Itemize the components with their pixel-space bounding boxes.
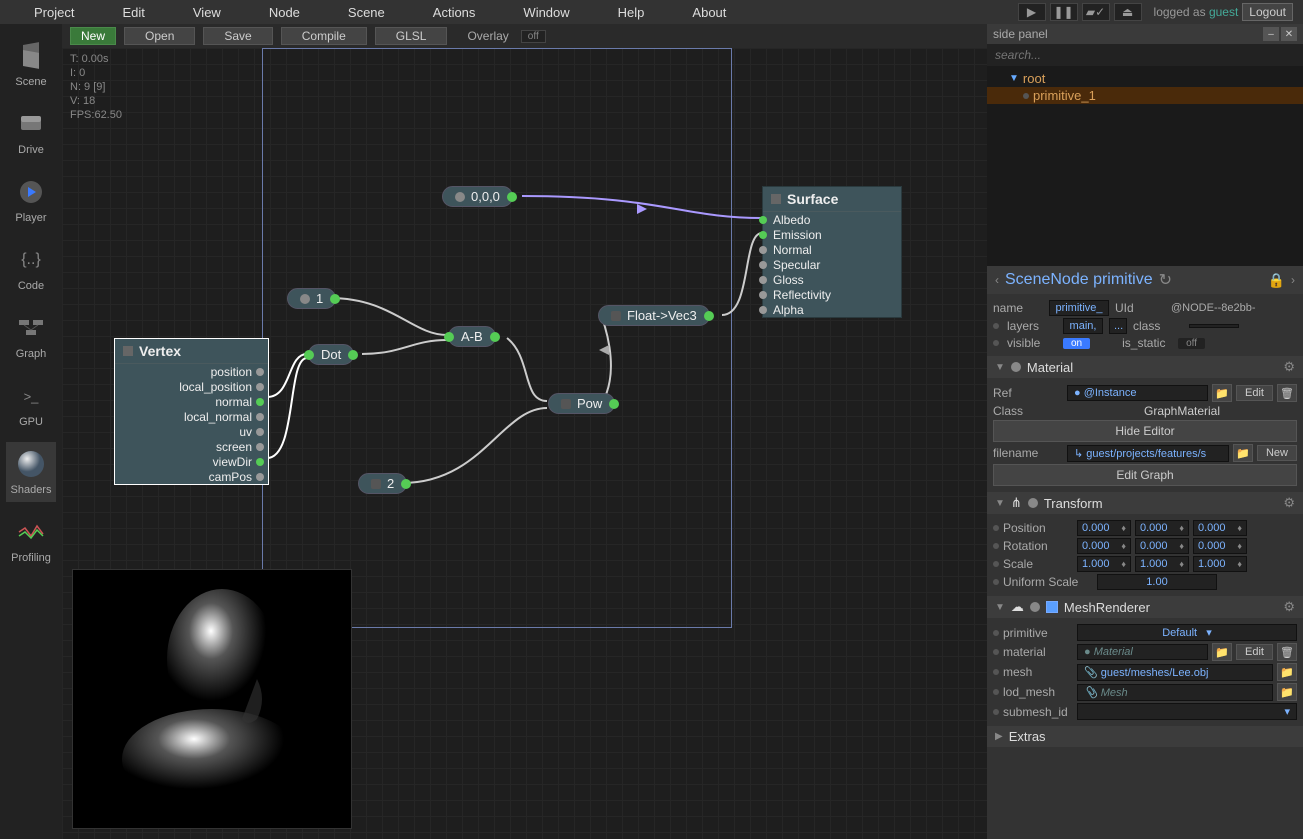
rot-x[interactable]: 0.000♦ bbox=[1077, 538, 1131, 554]
pos-y[interactable]: 0.000♦ bbox=[1135, 520, 1189, 536]
gear-icon[interactable]: ⚙ bbox=[1283, 599, 1295, 615]
pos-x[interactable]: 0.000♦ bbox=[1077, 520, 1131, 536]
menu-help[interactable]: Help bbox=[594, 5, 669, 20]
stats-overlay: T: 0.00s I: 0 N: 9 [9] V: 18 FPS:62.50 bbox=[70, 52, 122, 122]
layers-more[interactable]: ... bbox=[1109, 318, 1127, 334]
visible-toggle[interactable]: on bbox=[1063, 338, 1090, 349]
logout-button[interactable]: Logout bbox=[1242, 3, 1293, 21]
side-panel: side panel – ✕ ▼root primitive_1 ‹ Scene… bbox=[987, 24, 1303, 839]
tool-shaders[interactable]: Shaders bbox=[6, 442, 56, 502]
folder-icon[interactable]: 📁 bbox=[1277, 663, 1297, 681]
tool-drive[interactable]: Drive bbox=[6, 102, 56, 162]
tool-scene[interactable]: Scene bbox=[6, 34, 56, 94]
node-a-minus-b[interactable]: A-B bbox=[448, 326, 496, 347]
edit-graph-button[interactable]: Edit Graph bbox=[993, 464, 1297, 486]
pause-button[interactable]: ❚❚ bbox=[1050, 3, 1078, 21]
eject-button[interactable]: ⏏ bbox=[1114, 3, 1142, 21]
folder-icon[interactable]: 📁 bbox=[1212, 384, 1232, 402]
mesh-enabled-checkbox[interactable] bbox=[1046, 601, 1058, 613]
new-button[interactable]: New bbox=[70, 27, 116, 45]
material-field[interactable]: ● Material bbox=[1077, 644, 1208, 660]
overlay-label: Overlay bbox=[467, 29, 508, 43]
folder-icon[interactable]: 📁 bbox=[1212, 643, 1232, 661]
play-button[interactable]: ▶ bbox=[1018, 3, 1046, 21]
new-material-button[interactable]: New bbox=[1257, 445, 1297, 461]
node-float-to-vec3[interactable]: Float->Vec3 bbox=[598, 305, 710, 326]
node-const-2[interactable]: 2 bbox=[358, 473, 407, 494]
rot-y[interactable]: 0.000♦ bbox=[1135, 538, 1189, 554]
save-button[interactable]: Save bbox=[203, 27, 272, 45]
material-header[interactable]: ▼Material⚙ bbox=[987, 356, 1303, 378]
left-toolbar: Scene Drive Player {..}Code Graph >_GPU … bbox=[0, 24, 62, 839]
node-pow[interactable]: Pow bbox=[548, 393, 615, 414]
scene-tree[interactable]: ▼root primitive_1 bbox=[987, 66, 1303, 266]
menu-node[interactable]: Node bbox=[245, 5, 324, 20]
pos-z[interactable]: 0.000♦ bbox=[1193, 520, 1247, 536]
node-surface[interactable]: Surface Albedo Emission Normal Specular … bbox=[762, 186, 902, 318]
open-button[interactable]: Open bbox=[124, 27, 195, 45]
uniform-scale[interactable]: 1.00 bbox=[1097, 574, 1217, 590]
scl-x[interactable]: 1.000♦ bbox=[1077, 556, 1131, 572]
lod-mesh-field[interactable]: 📎 Mesh bbox=[1077, 684, 1273, 701]
scl-z[interactable]: 1.000♦ bbox=[1193, 556, 1247, 572]
scl-y[interactable]: 1.000♦ bbox=[1135, 556, 1189, 572]
submesh-dropdown[interactable]: ▾ bbox=[1077, 703, 1297, 720]
preview-viewport bbox=[72, 569, 352, 829]
side-panel-title: side panel bbox=[993, 27, 1261, 41]
tool-graph[interactable]: Graph bbox=[6, 306, 56, 366]
menu-about[interactable]: About bbox=[668, 5, 750, 20]
node-dot[interactable]: Dot bbox=[308, 344, 354, 365]
gear-icon[interactable]: ⚙ bbox=[1283, 495, 1295, 511]
transform-header[interactable]: ▼⋔Transform⚙ bbox=[987, 492, 1303, 514]
scenenode-header: ‹ SceneNode primitive ↻ 🔒 › bbox=[987, 266, 1303, 294]
keyframe-button[interactable]: ▰✓ bbox=[1082, 3, 1110, 21]
node-vertex[interactable]: Vertex position local_position normal lo… bbox=[114, 338, 269, 485]
gear-icon[interactable]: ⚙ bbox=[1283, 359, 1295, 375]
class-input[interactable] bbox=[1189, 324, 1239, 328]
minimize-button[interactable]: – bbox=[1263, 27, 1279, 41]
is-static-toggle[interactable]: off bbox=[1178, 338, 1205, 349]
trash-icon[interactable]: 🗑 bbox=[1277, 643, 1297, 661]
hide-editor-button[interactable]: Hide Editor bbox=[993, 420, 1297, 442]
name-input[interactable]: primitive_ bbox=[1049, 300, 1109, 316]
compile-button[interactable]: Compile bbox=[281, 27, 367, 45]
top-menubar: Project Edit View Node Scene Actions Win… bbox=[0, 0, 1303, 24]
primitive-dropdown[interactable]: Default ▾ bbox=[1077, 624, 1297, 641]
shader-toolbar: New Open Save Compile GLSL Overlay off bbox=[62, 24, 987, 48]
tool-profiling[interactable]: Profiling bbox=[6, 510, 56, 570]
folder-icon[interactable]: 📁 bbox=[1277, 683, 1297, 701]
meshrenderer-header[interactable]: ▼☁MeshRenderer⚙ bbox=[987, 596, 1303, 618]
ref-edit-button[interactable]: Edit bbox=[1236, 385, 1273, 401]
tool-player[interactable]: Player bbox=[6, 170, 56, 230]
tool-gpu[interactable]: >_GPU bbox=[6, 374, 56, 434]
graph-canvas[interactable]: T: 0.00s I: 0 N: 9 [9] V: 18 FPS:62.50 0… bbox=[62, 48, 987, 839]
menu-project[interactable]: Project bbox=[10, 5, 98, 20]
filename-value[interactable]: ↳ guest/projects/features/s bbox=[1067, 445, 1229, 462]
lock-icon[interactable]: 🔒 bbox=[1268, 272, 1285, 289]
menu-scene[interactable]: Scene bbox=[324, 5, 409, 20]
tool-code[interactable]: {..}Code bbox=[6, 238, 56, 298]
trash-icon[interactable]: 🗑 bbox=[1277, 384, 1297, 402]
menu-window[interactable]: Window bbox=[499, 5, 593, 20]
overlay-toggle[interactable]: off bbox=[521, 30, 546, 43]
material-edit-button[interactable]: Edit bbox=[1236, 644, 1273, 660]
menu-edit[interactable]: Edit bbox=[98, 5, 168, 20]
node-const-000[interactable]: 0,0,0 bbox=[442, 186, 513, 207]
node-const-1[interactable]: 1 bbox=[287, 288, 336, 309]
extras-header[interactable]: ▶Extras bbox=[987, 726, 1303, 747]
login-info: logged as guest bbox=[1154, 5, 1239, 19]
menu-actions[interactable]: Actions bbox=[409, 5, 500, 20]
tree-root[interactable]: ▼root bbox=[995, 70, 1295, 87]
ref-value[interactable]: ● @Instance bbox=[1067, 385, 1208, 401]
tree-primitive-1[interactable]: primitive_1 bbox=[987, 87, 1303, 104]
search-input[interactable] bbox=[987, 44, 1303, 66]
folder-icon[interactable]: 📁 bbox=[1233, 444, 1253, 462]
glsl-button[interactable]: GLSL bbox=[375, 27, 448, 45]
mesh-path[interactable]: 📎 guest/meshes/Lee.obj bbox=[1077, 664, 1273, 681]
close-button[interactable]: ✕ bbox=[1281, 27, 1297, 41]
rot-z[interactable]: 0.000♦ bbox=[1193, 538, 1247, 554]
layers-input[interactable]: main, bbox=[1063, 318, 1103, 334]
menu-view[interactable]: View bbox=[169, 5, 245, 20]
